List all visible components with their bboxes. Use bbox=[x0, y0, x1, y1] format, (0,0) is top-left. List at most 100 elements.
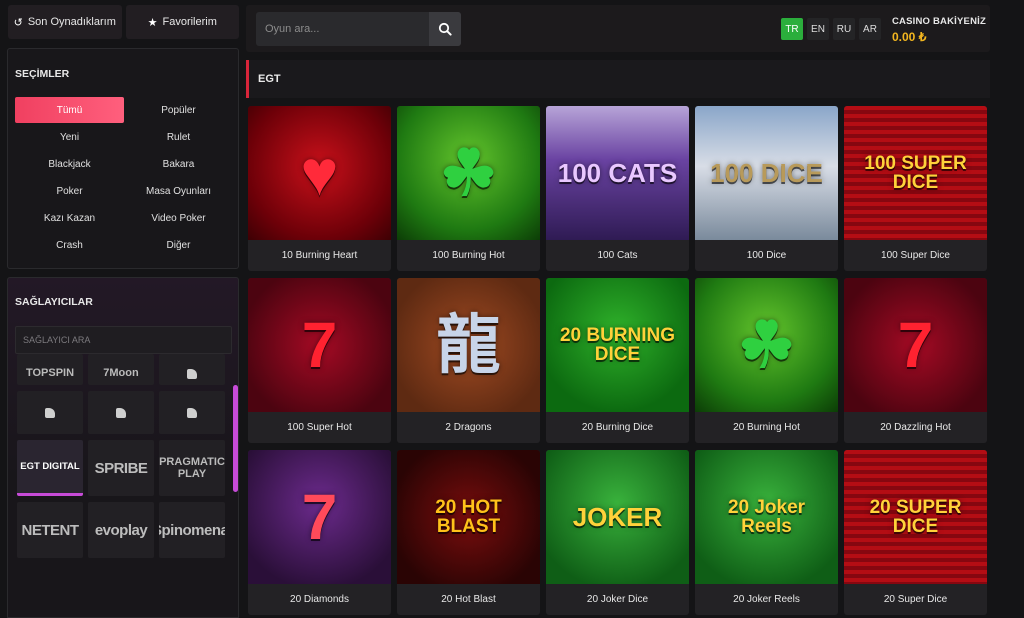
game-title: 20 Burning Hot bbox=[733, 422, 800, 433]
game-title: 100 Burning Hot bbox=[432, 250, 505, 261]
favorites-button[interactable]: ★ Favorilerim bbox=[125, 5, 239, 39]
provider-name: Spinomenal bbox=[159, 521, 225, 539]
game-thumbnail[interactable]: 20 BURNING DICE bbox=[546, 278, 689, 412]
provider-tile[interactable]: NETENT bbox=[17, 502, 83, 558]
game-thumbnail[interactable]: 20 HOT BLAST bbox=[397, 450, 540, 584]
provider-tile[interactable]: SPRIBE bbox=[88, 440, 154, 496]
game-card[interactable]: 龍 2 Dragons bbox=[397, 278, 540, 443]
lang-ar-button[interactable]: AR bbox=[859, 18, 881, 40]
provider-tile[interactable]: PRAGMATIC PLAY bbox=[159, 440, 225, 496]
game-card[interactable]: 100 SUPER DICE 100 Super Dice bbox=[844, 106, 987, 271]
game-thumbnail[interactable]: 7 bbox=[248, 278, 391, 412]
choice-chip[interactable]: Rulet bbox=[124, 124, 233, 150]
language-switcher: TR EN RU AR bbox=[781, 18, 881, 40]
game-thumbnail[interactable]: 100 SUPER DICE bbox=[844, 106, 987, 240]
game-art: 7 bbox=[897, 309, 934, 381]
game-thumbnail[interactable]: 20 Joker Reels bbox=[695, 450, 838, 584]
game-title: 20 Joker Dice bbox=[586, 594, 649, 605]
choice-chip[interactable]: Yeni bbox=[15, 124, 124, 150]
choice-chip[interactable]: Video Poker bbox=[124, 205, 233, 231]
lang-tr-button[interactable]: TR bbox=[781, 18, 803, 40]
choice-chip[interactable]: Popüler bbox=[124, 97, 233, 123]
provider-name: NETENT bbox=[21, 521, 80, 539]
game-art: ☘ bbox=[737, 309, 796, 381]
game-card[interactable]: 20 SUPER DICE 20 Super Dice bbox=[844, 450, 987, 615]
game-card[interactable]: 7 100 Super Hot bbox=[248, 278, 391, 443]
game-thumbnail[interactable]: 7 bbox=[248, 450, 391, 584]
game-search bbox=[256, 12, 461, 46]
game-title: 100 Cats bbox=[597, 250, 638, 261]
choice-chip[interactable]: Bakara bbox=[124, 151, 233, 177]
provider-tile[interactable]: 7Moon bbox=[88, 354, 154, 385]
provider-name: EGT DIGITAL bbox=[20, 461, 80, 472]
game-title: 20 Hot Blast bbox=[441, 594, 496, 605]
game-card[interactable]: 100 CATS 100 Cats bbox=[546, 106, 689, 271]
provider-placeholder-icon bbox=[187, 407, 197, 418]
lang-ru-button[interactable]: RU bbox=[833, 18, 855, 40]
game-art: ☘ bbox=[439, 137, 498, 209]
game-card[interactable]: 20 BURNING DICE 20 Burning Dice bbox=[546, 278, 689, 443]
provider-search bbox=[15, 326, 232, 354]
provider-tile[interactable]: TOPSPIN bbox=[17, 354, 83, 385]
providers-panel: SAĞLAYICILAR TOPSPIN 7Moon EGT DIGITAL SPRI… bbox=[7, 277, 239, 618]
provider-tile[interactable]: EGT DIGITAL bbox=[17, 440, 83, 496]
provider-name: SPRIBE bbox=[94, 459, 148, 477]
game-search-input[interactable] bbox=[256, 12, 428, 46]
game-card[interactable]: ♥ 10 Burning Heart bbox=[248, 106, 391, 271]
game-card[interactable]: ☘ 20 Burning Hot bbox=[695, 278, 838, 443]
game-title: 100 Dice bbox=[746, 250, 787, 261]
game-card[interactable]: ☘ 100 Burning Hot bbox=[397, 106, 540, 271]
game-thumbnail[interactable]: ☘ bbox=[695, 278, 838, 412]
game-title: 20 Dazzling Hot bbox=[880, 422, 951, 433]
game-card[interactable]: JOKER 20 Joker Dice bbox=[546, 450, 689, 615]
providers-title: SAĞLAYICILAR bbox=[15, 296, 93, 308]
game-thumbnail[interactable]: 100 CATS bbox=[546, 106, 689, 240]
choice-chip[interactable]: Poker bbox=[15, 178, 124, 204]
game-thumbnail[interactable]: 7 bbox=[844, 278, 987, 412]
providers-grid: TOPSPIN 7Moon EGT DIGITAL SPRIBE PRAGMATIC P… bbox=[17, 354, 225, 558]
game-title: 100 Super Hot bbox=[287, 422, 352, 433]
provider-tile[interactable] bbox=[88, 391, 154, 434]
game-title: 20 Diamonds bbox=[290, 594, 349, 605]
recently-played-button[interactable]: ↺ Son Oynadıklarım bbox=[8, 5, 122, 39]
choice-chip[interactable]: Tümü bbox=[15, 97, 124, 123]
choices-list: Tümü Popüler Yeni Rulet Blackjack Bakara Poker… bbox=[15, 97, 233, 258]
provider-tile[interactable] bbox=[159, 391, 225, 434]
provider-tile[interactable]: evoplay bbox=[88, 502, 154, 558]
game-art: 20 Joker Reels bbox=[727, 497, 806, 537]
choice-chip[interactable]: Masa Oyunları bbox=[124, 178, 233, 204]
game-art: ♥ bbox=[300, 137, 339, 209]
game-card[interactable]: 20 HOT BLAST 20 Hot Blast bbox=[397, 450, 540, 615]
favorites-label: Favorilerim bbox=[162, 16, 217, 28]
provider-placeholder-icon bbox=[116, 407, 126, 418]
provider-search-input[interactable] bbox=[16, 327, 231, 353]
game-title: 100 Super Dice bbox=[881, 250, 950, 261]
provider-tile[interactable]: Spinomenal bbox=[159, 502, 225, 558]
choice-chip[interactable]: Kazı Kazan bbox=[15, 205, 124, 231]
game-title: 10 Burning Heart bbox=[281, 250, 358, 261]
game-thumbnail[interactable]: ☘ bbox=[397, 106, 540, 240]
game-thumbnail[interactable]: 100 DICE bbox=[695, 106, 838, 240]
game-thumbnail[interactable]: 20 SUPER DICE bbox=[844, 450, 987, 584]
game-card[interactable]: 20 Joker Reels 20 Joker Reels bbox=[695, 450, 838, 615]
recently-played-label: Son Oynadıklarım bbox=[27, 16, 116, 28]
choice-chip[interactable]: Blackjack bbox=[15, 151, 124, 177]
game-card[interactable]: 100 DICE 100 Dice bbox=[695, 106, 838, 271]
game-art: 20 BURNING DICE bbox=[559, 325, 676, 365]
game-thumbnail[interactable]: 龍 bbox=[397, 278, 540, 412]
provider-tile[interactable] bbox=[159, 354, 225, 385]
providers-scrollbar[interactable] bbox=[233, 385, 238, 492]
choice-chip[interactable]: Crash bbox=[15, 232, 124, 258]
lang-en-button[interactable]: EN bbox=[807, 18, 829, 40]
game-art: 20 HOT BLAST bbox=[435, 497, 502, 537]
game-thumbnail[interactable]: ♥ bbox=[248, 106, 391, 240]
search-button[interactable] bbox=[429, 12, 461, 46]
header-bar: TR EN RU AR CASINO BAKİYENİZ 0.00 ₺ bbox=[246, 5, 990, 52]
balance-value: 0.00 ₺ bbox=[892, 30, 927, 44]
choices-title: SEÇİMLER bbox=[15, 68, 70, 80]
provider-tile[interactable] bbox=[17, 391, 83, 434]
choice-chip[interactable]: Diğer bbox=[124, 232, 233, 258]
game-card[interactable]: 7 20 Dazzling Hot bbox=[844, 278, 987, 443]
game-thumbnail[interactable]: JOKER bbox=[546, 450, 689, 584]
game-card[interactable]: 7 20 Diamonds bbox=[248, 450, 391, 615]
